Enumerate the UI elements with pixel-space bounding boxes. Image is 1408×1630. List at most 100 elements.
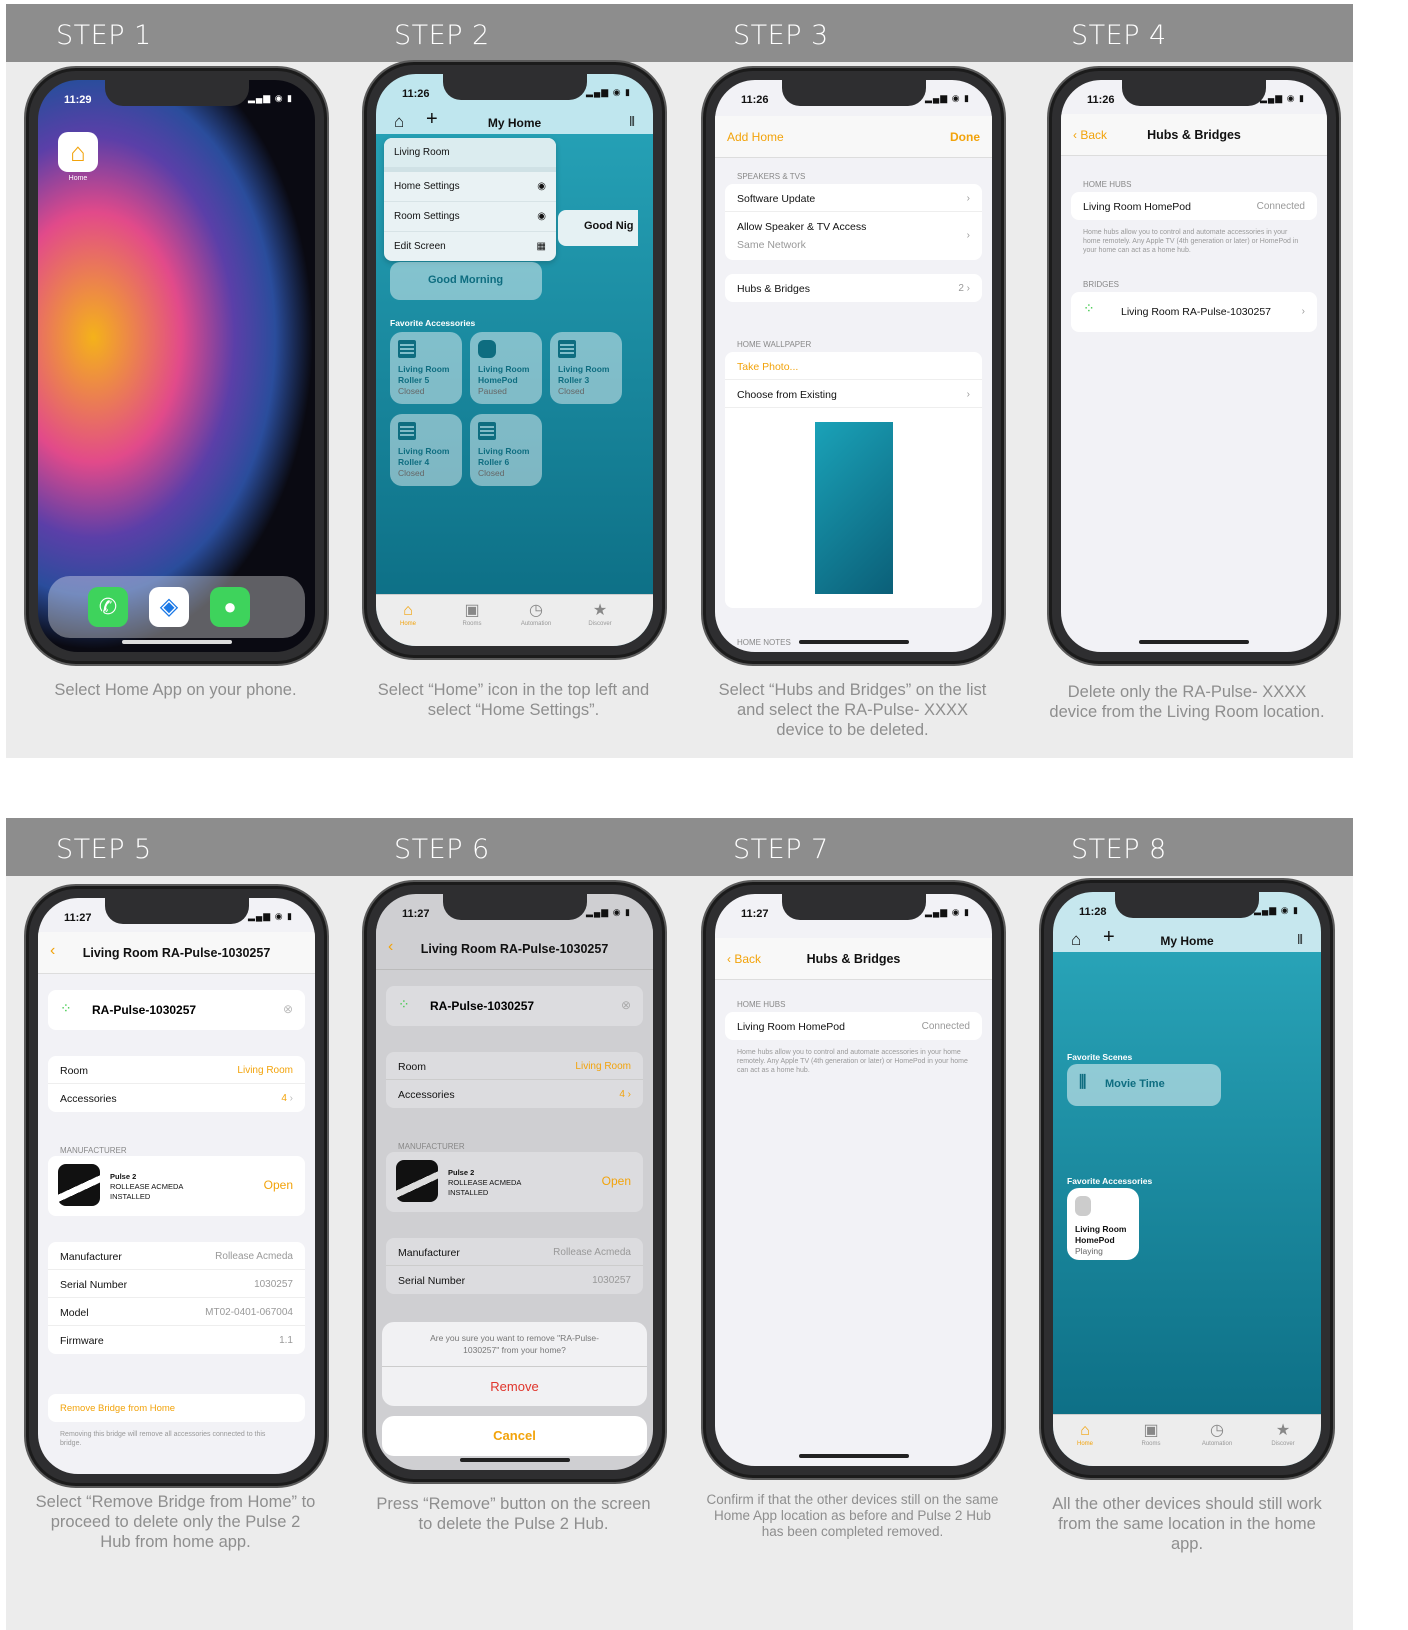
speaker-access-row[interactable]: Allow Speaker & TV Access Same Network › (725, 212, 982, 260)
remove-note: Removing this bridge will remove all acc… (60, 1431, 266, 1447)
step-title: STEP 5 (6, 818, 345, 876)
status-icons: ▂▄▆ ◉ ▮ (585, 907, 631, 917)
hub-group: Living Room HomePod Connected (725, 1012, 982, 1040)
scene-good-night[interactable]: Good Nig (558, 210, 638, 246)
page-title: My Home (487, 116, 542, 130)
menu-label: Room Settings (394, 211, 460, 222)
menu-item-home-settings[interactable]: Home Settings ◉ (384, 167, 556, 201)
accessory-tile[interactable]: Living Room Roller 6 Closed (470, 414, 542, 486)
menu-item-living-room[interactable]: Living Room (384, 138, 556, 167)
bridge-name-card: ⁘ RA-Pulse-1030257 ⊗ (386, 986, 643, 1026)
step-8-card: STEP 8 11:28 ▂▄▆ ◉ ▮ ⌂ + My Home ⦀ Favor… (1021, 818, 1353, 1630)
accessory-tile[interactable]: Living Room Roller 3 Closed (550, 332, 622, 404)
status-icons: ▂▄▆ ◉ ▮ (924, 93, 970, 103)
add-home-button[interactable]: Add Home (727, 130, 784, 144)
choose-existing-row[interactable]: Choose from Existing › (725, 380, 982, 408)
remove-button[interactable]: Remove (382, 1367, 647, 1406)
hubs-bridges-group: Hubs & Bridges 2 › (725, 274, 982, 302)
phone-frame: 11:26 ▂▄▆ ◉ ▮ ⌂ + My Home ⦀ Living Room … (362, 60, 667, 660)
bridge-icon: ⁘ (1083, 300, 1095, 316)
menu-item-edit-screen[interactable]: Edit Screen ▦ (384, 231, 556, 261)
section-header: HOME HUBS (737, 1000, 786, 1009)
hubs-bridges-screen: 11:27 ▂▄▆ ◉ ▮ ‹ Back Hubs & Bridges HOME… (715, 894, 992, 1466)
bridge-detail-screen: 11:27 ▂▄▆ ◉ ▮ ‹ Living Room RA-Pulse-103… (38, 898, 315, 1474)
pulse-bridge-row[interactable]: ⁘ Living Room RA-Pulse-1030257 › (1071, 292, 1317, 332)
nav-bar: ‹ Back Hubs & Bridges (1061, 114, 1327, 156)
bridge-name: RA-Pulse-1030257 (430, 999, 535, 1013)
software-update-row[interactable]: Software Update › (725, 184, 982, 212)
homepod-hub-row[interactable]: Living Room HomePod Connected (725, 1012, 982, 1040)
tab-automation[interactable]: ◷ Automation (1187, 1421, 1247, 1447)
room-row[interactable]: Room Living Room (48, 1056, 305, 1084)
scene-movie-time[interactable]: ⫼ Movie Time (1067, 1064, 1221, 1106)
menu-label: Home Settings (394, 181, 460, 192)
homepod-icon (1075, 1196, 1091, 1216)
home-menu: Living Room Home Settings ◉ Room Settings… (384, 138, 556, 261)
step-title: STEP 4 (1021, 4, 1353, 62)
hub-group: Living Room HomePod Connected (1071, 192, 1317, 220)
safari-app-icon[interactable]: ◈ (149, 587, 189, 627)
step-2-card: STEP 2 11:26 ▂▄▆ ◉ ▮ ⌂ + My Home ⦀ Livin… (344, 4, 683, 758)
open-button[interactable]: Open (602, 1174, 631, 1188)
step-3-card: STEP 3 11:26 ▂▄▆ ◉ ▮ Add Home Done SPEAK… (683, 4, 1022, 758)
page-title: Hubs & Bridges (806, 952, 901, 966)
status-time: 11:26 (741, 94, 769, 106)
wallpaper-group: Take Photo... Choose from Existing › (725, 352, 982, 608)
nav-bar: ‹ Back Hubs & Bridges (715, 938, 992, 980)
tab-home[interactable]: ⌂ Home (378, 601, 438, 627)
nav-bar: ‹ Living Room RA-Pulse-1030257 (38, 932, 315, 974)
tab-discover[interactable]: ★ Discover (1253, 1421, 1313, 1447)
star-icon: ★ (1275, 1422, 1291, 1439)
section-header: MANUFACTURER (398, 1142, 465, 1151)
step-caption: All the other devices should still work … (1052, 1495, 1322, 1553)
open-button[interactable]: Open (264, 1178, 293, 1192)
status-time: 11:27 (64, 912, 92, 924)
remove-bridge-button[interactable]: Remove Bridge from Home (48, 1394, 305, 1422)
accessory-tile[interactable]: Living Room Roller 5 Closed (390, 332, 462, 404)
phone-frame: 11:27 ▂▄▆ ◉ ▮ ‹ Living Room RA-Pulse-103… (24, 884, 329, 1488)
star-icon: ★ (592, 602, 608, 619)
home-app-icon[interactable]: ⌂ (58, 132, 98, 172)
step-caption: Press “Remove” button on the screen to d… (376, 1495, 651, 1533)
take-photo-row[interactable]: Take Photo... (725, 352, 982, 380)
hub-note: Home hubs allow you to control and autom… (737, 1049, 968, 1074)
hubs-bridges-row[interactable]: Hubs & Bridges 2 › (725, 274, 982, 302)
manufacturer-card: Pulse 2 ROLLEASE ACMEDA INSTALLED Open (48, 1156, 305, 1216)
cancel-button[interactable]: Cancel (382, 1416, 647, 1456)
blind-icon (398, 422, 416, 440)
scene-label: Good Morning (428, 274, 504, 286)
clear-icon[interactable]: ⊗ (621, 998, 631, 1012)
menu-item-room-settings[interactable]: Room Settings ◉ (384, 201, 556, 231)
clear-icon[interactable]: ⊗ (283, 1002, 293, 1016)
homepod-hub-row[interactable]: Living Room HomePod Connected (1071, 192, 1317, 220)
tab-home[interactable]: ⌂ Home (1055, 1421, 1115, 1447)
tab-rooms[interactable]: ▣ Rooms (442, 601, 502, 627)
done-button[interactable]: Done (950, 130, 980, 144)
home-app-screen: 11:26 ▂▄▆ ◉ ▮ ⌂ + My Home ⦀ Living Room … (376, 74, 653, 646)
homepod-icon (478, 340, 496, 358)
remove-group: Remove Bridge from Home (48, 1394, 305, 1422)
accessory-tile[interactable]: Living Room HomePod Playing (1067, 1188, 1139, 1260)
section-header: SPEAKERS & TVS (737, 172, 806, 181)
section-header: MANUFACTURER (60, 1146, 127, 1155)
home-icon: ⌂ (403, 602, 413, 619)
tab-rooms[interactable]: ▣ Rooms (1121, 1421, 1181, 1447)
hubs-bridges-screen: 11:26 ▂▄▆ ◉ ▮ ‹ Back Hubs & Bridges HOME… (1061, 80, 1327, 652)
bridge-name: RA-Pulse-1030257 (92, 1003, 197, 1017)
tab-automation[interactable]: ◷ Automation (506, 601, 566, 627)
phone-frame: 11:28 ▂▄▆ ◉ ▮ ⌂ + My Home ⦀ Favorite Sce… (1039, 878, 1335, 1480)
accessory-tile[interactable]: Living Room Roller 4 Closed (390, 414, 462, 486)
siri-icon[interactable]: ⦀ (1297, 932, 1303, 948)
step-title: STEP 2 (344, 4, 683, 62)
scene-good-morning[interactable]: Good Morning (390, 262, 542, 300)
phone-app-icon[interactable]: ✆ (88, 587, 128, 627)
siri-icon[interactable]: ⦀ (629, 114, 635, 130)
tab-discover[interactable]: ★ Discover (570, 601, 630, 627)
accessory-tile[interactable]: Living Room HomePod Paused (470, 332, 542, 404)
accessories-row[interactable]: Accessories 4 › (48, 1084, 305, 1112)
messages-app-icon[interactable]: ● (210, 587, 250, 627)
dock: ✆ ◈ ● (48, 576, 305, 638)
status-icons: ▂▄▆ ◉ ▮ (247, 911, 293, 921)
step-title: STEP 8 (1021, 818, 1353, 876)
step-title: STEP 7 (683, 818, 1022, 876)
